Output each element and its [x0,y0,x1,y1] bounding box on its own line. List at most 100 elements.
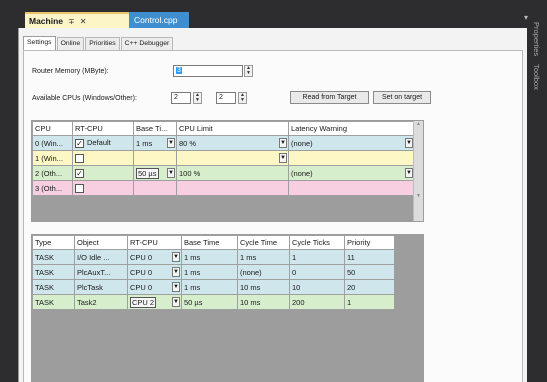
chevron-down-icon[interactable]: ▼ [279,138,287,148]
cycle-ticks-cell[interactable]: 10 [289,279,345,295]
rt-checkbox[interactable] [75,183,84,193]
cpu-cell: 3 (Oth... [32,180,73,196]
rt-cpu-value[interactable]: CPU 2 [130,296,157,308]
chevron-down-icon[interactable]: ▼ [167,138,175,148]
latency-cell[interactable] [288,180,415,196]
latency-cell[interactable] [288,150,415,166]
table-row[interactable]: TASK PlcAuxT... CPU 0 ▼ 1 ms (none) 0 50 [32,264,395,280]
pin-icon[interactable]: ∓ [68,17,75,26]
set-on-target-button[interactable]: Set on target [373,91,431,104]
col-latency-warning[interactable]: Latency Warning [288,121,415,136]
base-time-cell[interactable] [133,180,177,196]
table-row[interactable]: TASK PlcTask CPU 0 ▼ 1 ms 10 ms 10 20 [32,279,395,295]
col-base-time[interactable]: Base Time [181,235,238,250]
cpu-limit-cell[interactable]: ▼ [176,150,289,166]
base-time-value[interactable]: 50 µs [136,167,159,179]
rt-cpu-cell[interactable] [72,150,134,166]
rt-cpu-cell[interactable]: CPU 0 ▼ [127,249,182,265]
type-cell: TASK [32,264,75,280]
base-time-cell: 1 ms [181,279,238,295]
rt-cpu-cell[interactable] [72,180,134,196]
type-cell: TASK [32,249,75,265]
col-cpu[interactable]: CPU [32,121,73,136]
col-rt-cpu[interactable]: RT-CPU [127,235,182,250]
chevron-down-icon[interactable]: ▼ [172,297,180,307]
priority-cell[interactable]: 50 [344,264,395,280]
tab-online[interactable]: Online [56,37,85,50]
cycle-ticks-cell[interactable]: 1 [289,249,345,265]
other-cpus-stepper[interactable]: ▲ ▼ [238,92,247,104]
side-tab-properties[interactable]: Properties [531,22,541,56]
latency-cell[interactable]: (none) ▼ [288,135,415,151]
rt-cpu-cell[interactable]: CPU 0 ▼ [127,279,182,295]
base-time-cell: 50 µs [181,294,238,310]
col-object[interactable]: Object [74,235,128,250]
base-time-cell[interactable]: 1 ms ▼ [133,135,177,151]
router-memory-input[interactable]: 3 [173,65,243,77]
col-priority[interactable]: Priority [344,235,395,250]
latency-cell[interactable]: (none) ▼ [288,165,415,181]
cycle-ticks-cell[interactable]: 0 [289,264,345,280]
rt-cpu-cell[interactable]: CPU 0 ▼ [127,264,182,280]
chevron-down-icon[interactable]: ▾ [524,13,528,22]
cpu-limit-cell[interactable]: 80 % ▼ [176,135,289,151]
rt-checkbox[interactable]: ✓ [75,168,84,178]
table-row[interactable]: TASK Task2 CPU 2 ▼ 50 µs 10 ms 200 1 [32,294,395,310]
cpu-limit-cell[interactable]: 100 % [176,165,289,181]
cpu-table-header: CPU RT-CPU Base Ti... CPU Limit Latency … [32,121,415,136]
table-row[interactable]: 2 (Oth... ✓ 50 µs ▼ 100 % (none) ▼ [32,165,415,181]
editor-content: Settings Online Priorities C++ Debugger … [18,28,527,382]
tab-settings[interactable]: Settings [23,36,56,50]
col-cycle-time[interactable]: Cycle Time [237,235,290,250]
windows-cpus-stepper[interactable]: ▲ ▼ [193,92,202,104]
base-time-cell[interactable] [133,150,177,166]
cycle-ticks-cell[interactable]: 200 [289,294,345,310]
table-row[interactable]: 3 (Oth... [32,180,415,196]
rt-checkbox[interactable]: ✓ [75,138,84,148]
tab-machine[interactable]: Machine ∓ ✕ [25,12,129,28]
col-cycle-ticks[interactable]: Cycle Ticks [289,235,345,250]
priority-cell[interactable]: 11 [344,249,395,265]
read-from-target-button[interactable]: Read from Target [290,91,369,104]
side-tab-toolbox[interactable]: Toolbox [531,64,541,90]
col-type[interactable]: Type [32,235,75,250]
cycle-time-cell: 10 ms [237,279,290,295]
other-cpus-input[interactable]: 2 [216,92,236,104]
object-cell: PlcTask [74,279,128,295]
table-row[interactable]: TASK I/O Idle ... CPU 0 ▼ 1 ms 1 ms 1 11 [32,249,395,265]
chevron-down-icon[interactable]: ▼ [172,252,180,262]
cpu-grid-scrollbar[interactable]: ▲ ▼ [413,121,423,221]
chevron-down-icon[interactable]: ▼ [279,153,287,163]
router-memory-stepper[interactable]: ▲ ▼ [244,65,253,77]
ide-window: Machine ∓ ✕ Control.cpp Properties Toolb… [0,0,547,382]
col-cpu-limit[interactable]: CPU Limit [176,121,289,136]
cpu-grid: CPU RT-CPU Base Ti... CPU Limit Latency … [31,120,424,222]
document-tab-bar: Machine ∓ ✕ Control.cpp [0,0,527,28]
windows-cpus-input[interactable]: 2 [171,92,191,104]
priority-cell[interactable]: 20 [344,279,395,295]
rt-cpu-cell[interactable]: ✓ Default [72,135,134,151]
base-time-value: 1 ms [136,138,153,148]
available-cpus-label: Available CPUs (Windows/Other): [32,95,137,102]
tab-control-cpp[interactable]: Control.cpp [129,12,189,28]
chevron-down-icon[interactable]: ▼ [167,168,175,178]
chevron-down-icon[interactable]: ▼ [405,168,413,178]
close-icon[interactable]: ✕ [80,17,87,26]
chevron-down-icon[interactable]: ▼ [172,282,180,292]
rt-checkbox[interactable] [75,153,84,163]
tab-priorities[interactable]: Priorities [85,37,120,50]
base-time-cell[interactable]: 50 µs ▼ [133,165,177,181]
tab-cpp-debugger[interactable]: C++ Debugger [120,37,174,50]
rt-cpu-cell[interactable]: CPU 2 ▼ [127,294,182,310]
rt-cpu-cell[interactable]: ✓ [72,165,134,181]
chevron-down-icon[interactable]: ▼ [172,267,180,277]
table-row[interactable]: 1 (Win... ▼ [32,150,415,166]
base-time-cell: 1 ms [181,264,238,280]
table-row[interactable]: 0 (Win... ✓ Default 1 ms ▼ 80 % ▼ (none) ▼ [32,135,415,151]
col-rt-cpu[interactable]: RT-CPU [72,121,134,136]
col-base-time[interactable]: Base Ti... [133,121,177,136]
object-cell: I/O Idle ... [74,249,128,265]
priority-cell[interactable]: 1 [344,294,395,310]
chevron-down-icon[interactable]: ▼ [405,138,413,148]
cpu-limit-cell[interactable] [176,180,289,196]
